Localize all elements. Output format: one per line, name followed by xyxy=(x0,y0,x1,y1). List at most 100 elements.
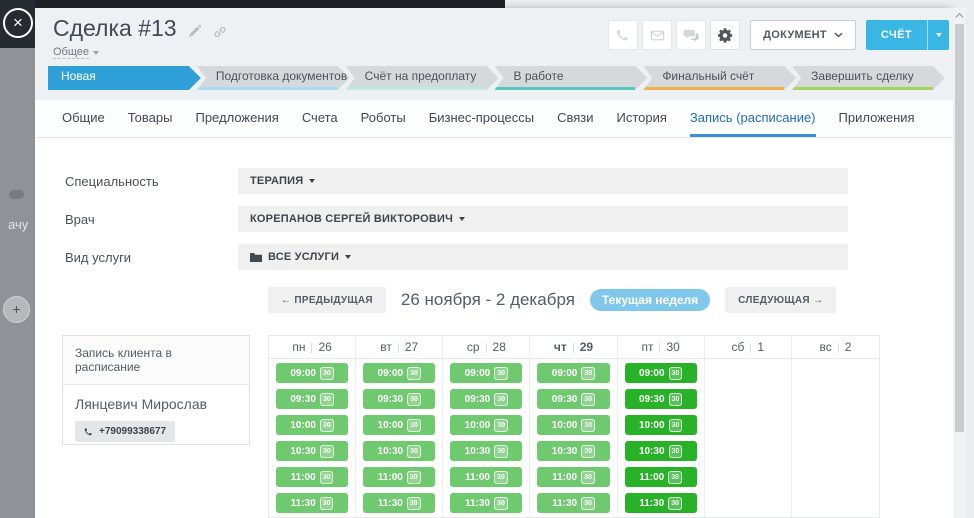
form-row: ВрачКОРЕПАНОВ СЕРГЕЙ ВИКТОРОВИЧ xyxy=(35,206,954,232)
time-slot-button[interactable]: 11:0030 xyxy=(450,467,522,487)
toolbar: ДОКУМЕНТ СЧЁТ xyxy=(608,20,949,50)
time-slot-button[interactable]: 11:0030 xyxy=(276,467,348,487)
prev-week-button[interactable]: ← ПРЕДЫДУЩАЯ xyxy=(268,287,386,313)
invoice-button[interactable]: СЧЁТ xyxy=(866,20,949,50)
field-value-dropdown[interactable]: ТЕРАПИЯ xyxy=(238,168,848,194)
slot-time-label: 09:30 xyxy=(552,394,578,405)
time-slot-button[interactable]: 10:0030 xyxy=(450,415,522,435)
slot-duration-badge: 30 xyxy=(581,497,595,510)
stage-1[interactable]: Новая xyxy=(48,66,201,90)
day-date: 1 xyxy=(757,340,764,354)
time-slot-button[interactable]: 11:3030 xyxy=(537,493,609,513)
tab-бизнес-процессы[interactable]: Бизнес-процессы xyxy=(429,100,534,137)
day-separator xyxy=(659,343,660,353)
tab-счета[interactable]: Счета xyxy=(302,100,338,137)
day-column-пт: 09:0030 09:3030 10:0030 10:3030 11:0030 11:30… xyxy=(618,359,705,517)
tab-роботы[interactable]: Роботы xyxy=(361,100,406,137)
document-button[interactable]: ДОКУМЕНТ xyxy=(750,20,856,50)
slot-time-label: 11:30 xyxy=(465,498,490,509)
schedule-body: 09:003009:303010:003010:303011:003011:30… xyxy=(269,359,879,517)
time-slot-button[interactable]: 11:0030 xyxy=(625,467,697,487)
panel-header: Сделка #13 Общее xyxy=(35,8,954,100)
edit-title-icon[interactable] xyxy=(188,25,201,38)
time-slot-button[interactable]: 11:3030 xyxy=(363,493,435,513)
scrollbar[interactable] xyxy=(953,8,966,518)
time-slot-button[interactable]: 09:0030 xyxy=(363,363,435,383)
day-separator xyxy=(398,343,399,353)
slot-time-label: 09:30 xyxy=(639,394,665,405)
deal-type-selector[interactable]: Общее xyxy=(53,46,99,59)
next-week-button[interactable]: СЛЕДУЮЩАЯ → xyxy=(725,287,836,313)
stage-4[interactable]: В работе xyxy=(494,66,647,90)
stage-label: Новая xyxy=(48,66,201,87)
time-slot-button[interactable]: 10:3030 xyxy=(537,441,609,461)
time-slot-button[interactable]: 10:3030 xyxy=(363,441,435,461)
folder-icon xyxy=(250,252,262,262)
time-slot-button[interactable]: 11:0030 xyxy=(537,467,609,487)
time-slot-button[interactable]: 09:0030 xyxy=(625,363,697,383)
time-slot-button[interactable]: 10:3030 xyxy=(450,441,522,461)
slot-time-label: 11:30 xyxy=(639,498,664,509)
link-icon[interactable] xyxy=(213,25,227,39)
day-header-ср: ср 28 xyxy=(443,336,530,358)
stage-label: Подготовка документов xyxy=(197,66,350,87)
time-slot-button[interactable]: 10:3030 xyxy=(276,441,348,461)
scrollbar-thumb[interactable] xyxy=(955,24,964,432)
time-slot-button[interactable]: 10:3030 xyxy=(625,441,697,461)
close-slider-button[interactable]: × xyxy=(3,8,33,38)
tab-история[interactable]: История xyxy=(617,100,667,137)
slot-time-label: 11:30 xyxy=(378,498,403,509)
day-name: пт xyxy=(641,340,653,354)
time-slot-button[interactable]: 09:0030 xyxy=(537,363,609,383)
time-slot-button[interactable]: 10:0030 xyxy=(625,415,697,435)
time-slot-button[interactable]: 09:3030 xyxy=(450,389,522,409)
tab-общие[interactable]: Общие xyxy=(62,100,105,137)
stage-3[interactable]: Счёт на предоплату xyxy=(346,66,499,90)
client-phone-button[interactable]: +79099338677 xyxy=(75,421,175,442)
field-value-dropdown[interactable]: ВСЕ УСЛУГИ xyxy=(238,244,848,270)
field-value-dropdown[interactable]: КОРЕПАНОВ СЕРГЕЙ ВИКТОРОВИЧ xyxy=(238,206,848,232)
time-slot-button[interactable]: 09:3030 xyxy=(276,389,348,409)
phone-icon[interactable] xyxy=(608,20,638,50)
slot-duration-badge: 30 xyxy=(407,445,421,458)
time-slot-button[interactable]: 09:3030 xyxy=(625,389,697,409)
background-add-button[interactable]: + xyxy=(3,296,30,323)
day-separator xyxy=(750,343,751,353)
day-name: ср xyxy=(467,340,480,354)
tab-связи[interactable]: Связи xyxy=(557,100,593,137)
time-slot-button[interactable]: 11:3030 xyxy=(450,493,522,513)
stage-2[interactable]: Подготовка документов xyxy=(197,66,350,90)
stage-label: В работе xyxy=(494,66,647,87)
tab-товары[interactable]: Товары xyxy=(128,100,173,137)
stage-5[interactable]: Финальный счёт xyxy=(643,66,796,90)
day-date: 28 xyxy=(493,340,506,354)
time-slot-button[interactable]: 10:0030 xyxy=(537,415,609,435)
day-separator xyxy=(838,343,839,353)
chat-icon[interactable] xyxy=(676,20,706,50)
time-slot-button[interactable]: 09:3030 xyxy=(363,389,435,409)
time-slot-button[interactable]: 09:3030 xyxy=(537,389,609,409)
time-slot-button[interactable]: 11:0030 xyxy=(363,467,435,487)
time-slot-button[interactable]: 09:0030 xyxy=(450,363,522,383)
time-slot-button[interactable]: 10:0030 xyxy=(276,415,348,435)
tab-запись-расписание-[interactable]: Запись (расписание) xyxy=(690,100,816,137)
time-slot-button[interactable]: 09:0030 xyxy=(276,363,348,383)
background-badge xyxy=(9,190,24,199)
slot-duration-badge: 30 xyxy=(494,445,508,458)
time-slot-button[interactable]: 11:3030 xyxy=(625,493,697,513)
scroll-up-icon[interactable] xyxy=(955,11,964,20)
tab-предложения[interactable]: Предложения xyxy=(195,100,278,137)
form-row: Вид услугиВСЕ УСЛУГИ xyxy=(35,244,954,270)
tab-приложения[interactable]: Приложения xyxy=(839,100,915,137)
slot-time-label: 10:00 xyxy=(378,420,404,431)
stage-6[interactable]: Завершить сделку xyxy=(792,66,945,90)
time-slot-button[interactable]: 11:3030 xyxy=(276,493,348,513)
day-column-вт: 09:003009:303010:003010:303011:003011:30… xyxy=(356,359,443,517)
mail-icon[interactable] xyxy=(642,20,672,50)
slot-time-label: 09:30 xyxy=(378,394,404,405)
time-slot-button[interactable]: 10:0030 xyxy=(363,415,435,435)
day-date: 27 xyxy=(405,340,418,354)
invoice-dropdown-caret[interactable] xyxy=(927,20,949,50)
chevron-down-icon xyxy=(834,32,843,38)
gear-icon[interactable] xyxy=(710,20,740,50)
